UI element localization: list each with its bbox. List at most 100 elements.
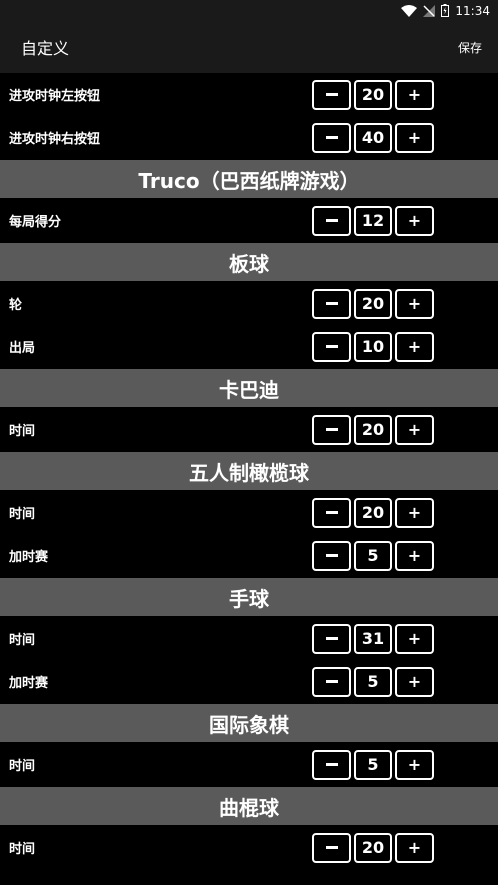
battery-icon [441,4,450,17]
setting-label: 每局得分 [9,215,62,230]
value-stepper: 12 + [312,205,434,236]
stepper-value: 12 [354,205,392,236]
wifi-icon [401,4,418,17]
stepper-value: 5 [354,749,392,780]
stepper-value: 20 [354,414,392,445]
stepper-value: 31 [354,623,392,654]
minus-icon [325,637,338,640]
value-stepper: 20 + [312,832,434,863]
increment-button[interactable]: + [395,205,434,236]
minus-icon [325,302,338,305]
decrement-button[interactable] [312,623,351,654]
value-stepper: 5 + [312,540,434,571]
decrement-button[interactable] [312,122,351,153]
status-time: 11:34 [455,3,490,18]
setting-label: 进攻时钟左按钮 [9,89,101,104]
setting-label: 时间 [9,424,36,439]
section-header: 五人制橄榄球 [0,451,498,491]
increment-button[interactable]: + [395,540,434,571]
value-stepper: 40 + [312,122,434,153]
minus-icon [325,136,338,139]
increment-button[interactable]: + [395,414,434,445]
stepper-value: 10 [354,331,392,362]
stepper-value: 5 [354,540,392,571]
minus-icon [325,763,338,766]
decrement-button[interactable] [312,749,351,780]
setting-row: 时间 5 + [0,743,498,786]
setting-label: 时间 [9,633,36,648]
increment-button[interactable]: + [395,122,434,153]
page-title: 自定义 [21,39,70,58]
setting-label: 时间 [9,507,36,522]
setting-row: 时间 20 + [0,826,498,869]
value-stepper: 31 + [312,623,434,654]
value-stepper: 20 + [312,79,434,110]
increment-button[interactable]: + [395,497,434,528]
value-stepper: 20 + [312,497,434,528]
section-header: Truco（巴西纸牌游戏） [0,159,498,199]
setting-row: 时间 31 + [0,617,498,660]
setting-row: 时间 20 + [0,408,498,451]
minus-icon [325,511,338,514]
increment-button[interactable]: + [395,331,434,362]
setting-row: 时间 20 + [0,491,498,534]
stepper-value: 20 [354,288,392,319]
minus-icon [325,846,338,849]
no-signal-icon [423,4,436,17]
section-header: 手球 [0,577,498,617]
setting-label: 进攻时钟右按钮 [9,132,101,147]
section-header: 板球 [0,242,498,282]
stepper-value: 20 [354,79,392,110]
setting-label: 出局 [9,341,36,356]
minus-icon [325,345,338,348]
setting-label: 时间 [9,759,36,774]
minus-icon [325,428,338,431]
section-header: 卡巴迪 [0,368,498,408]
increment-button[interactable]: + [395,666,434,697]
value-stepper: 10 + [312,331,434,362]
stepper-value: 20 [354,497,392,528]
stepper-value: 5 [354,666,392,697]
setting-label: 加时赛 [9,676,49,691]
increment-button[interactable]: + [395,623,434,654]
value-stepper: 20 + [312,414,434,445]
decrement-button[interactable] [312,666,351,697]
setting-label: 时间 [9,842,36,857]
setting-row: 轮 20 + [0,282,498,325]
setting-row: 出局 10 + [0,325,498,368]
minus-icon [325,680,338,683]
stepper-value: 20 [354,832,392,863]
setting-label: 加时赛 [9,550,49,565]
minus-icon [325,219,338,222]
setting-label: 轮 [9,298,23,313]
value-stepper: 5 + [312,666,434,697]
minus-icon [325,554,338,557]
increment-button[interactable]: + [395,749,434,780]
decrement-button[interactable] [312,79,351,110]
increment-button[interactable]: + [395,832,434,863]
decrement-button[interactable] [312,331,351,362]
minus-icon [325,93,338,96]
setting-row: 加时赛 5 + [0,534,498,577]
setting-row: 加时赛 5 + [0,660,498,703]
value-stepper: 20 + [312,288,434,319]
setting-row: 进攻时钟左按钮 20 + [0,73,498,116]
decrement-button[interactable] [312,832,351,863]
increment-button[interactable]: + [395,79,434,110]
status-bar: 11:34 [0,0,498,21]
decrement-button[interactable] [312,205,351,236]
app-bar: 自定义 保存 [0,21,498,73]
decrement-button[interactable] [312,497,351,528]
stepper-value: 40 [354,122,392,153]
decrement-button[interactable] [312,540,351,571]
value-stepper: 5 + [312,749,434,780]
decrement-button[interactable] [312,414,351,445]
setting-row: 进攻时钟右按钮 40 + [0,116,498,159]
decrement-button[interactable] [312,288,351,319]
increment-button[interactable]: + [395,288,434,319]
save-button[interactable]: 保存 [458,39,482,56]
setting-row: 每局得分 12 + [0,199,498,242]
section-header: 国际象棋 [0,703,498,743]
section-header: 曲棍球 [0,786,498,826]
settings-list[interactable]: 进攻时钟左按钮 20 + 进攻时钟右按钮 40 + Truco（巴西纸牌游戏） 每局得分 12 +… [0,73,498,885]
